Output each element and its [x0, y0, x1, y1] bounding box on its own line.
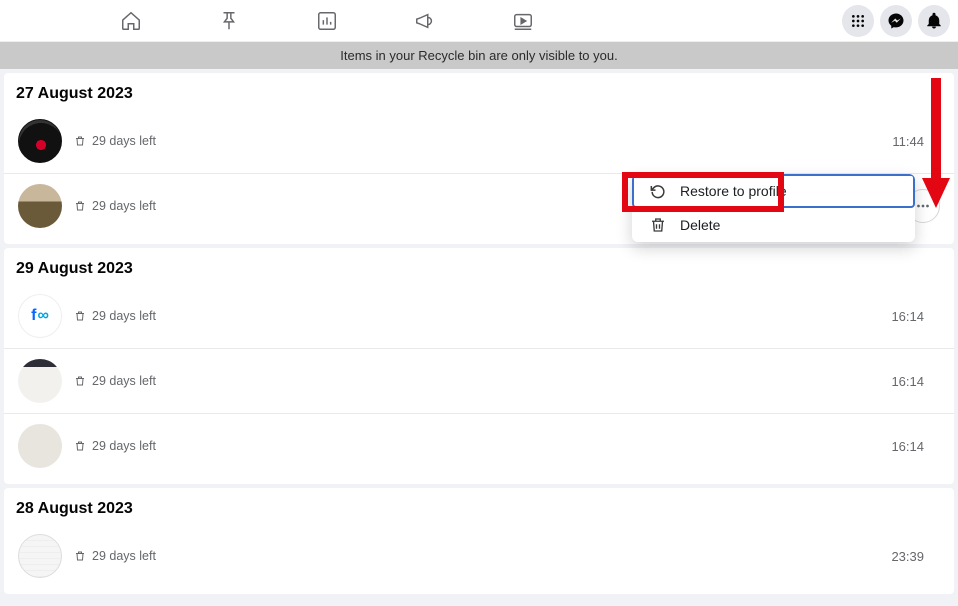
nav-right	[842, 5, 950, 37]
date-header: 28 August 2023	[4, 488, 954, 524]
recycled-item-row: f∞ 29 days left 16:14	[4, 284, 954, 349]
pin-icon[interactable]	[218, 10, 240, 32]
date-section: 28 August 2023 29 days left 23:39	[4, 488, 954, 594]
trash-icon	[74, 200, 86, 212]
days-left-label: 29 days left	[74, 374, 156, 388]
trash-icon	[74, 310, 86, 322]
trash-icon	[74, 440, 86, 452]
days-left-label: 29 days left	[74, 439, 156, 453]
days-left-text: 29 days left	[92, 439, 156, 453]
days-left-label: 29 days left	[74, 549, 156, 563]
recycled-item-row: 29 days left 23:39	[4, 524, 954, 588]
date-header: 27 August 2023	[4, 73, 954, 109]
item-time: 23:39	[891, 549, 924, 564]
item-thumbnail[interactable]	[18, 424, 62, 468]
megaphone-icon[interactable]	[414, 10, 436, 32]
date-header: 29 August 2023	[4, 248, 954, 284]
video-icon[interactable]	[512, 10, 534, 32]
trash-icon	[74, 135, 86, 147]
days-left-text: 29 days left	[92, 374, 156, 388]
days-left-text: 29 days left	[92, 199, 156, 213]
trash-icon	[74, 550, 86, 562]
recycle-bin-banner: Items in your Recycle bin are only visib…	[0, 42, 958, 69]
restore-to-profile-option[interactable]: Restore to profile	[632, 174, 915, 208]
top-nav	[0, 0, 958, 42]
item-time: 16:14	[891, 374, 924, 389]
insights-icon[interactable]	[316, 10, 338, 32]
bell-icon[interactable]	[918, 5, 950, 37]
messenger-icon[interactable]	[880, 5, 912, 37]
apps-icon[interactable]	[842, 5, 874, 37]
days-left-text: 29 days left	[92, 549, 156, 563]
days-left-text: 29 days left	[92, 309, 156, 323]
item-thumbnail[interactable]	[18, 534, 62, 578]
home-icon[interactable]	[120, 10, 142, 32]
item-context-menu: Restore to profile Delete	[632, 174, 915, 242]
days-left-label: 29 days left	[74, 309, 156, 323]
date-section: 29 August 2023 f∞ 29 days left 16:14 29 …	[4, 248, 954, 484]
item-time: 11:44	[892, 134, 924, 149]
item-thumbnail[interactable]	[18, 359, 62, 403]
restore-icon	[648, 181, 668, 201]
item-time: 16:14	[891, 439, 924, 454]
item-thumbnail[interactable]	[18, 184, 62, 228]
trash-icon	[74, 375, 86, 387]
days-left-label: 29 days left	[74, 199, 156, 213]
trash-icon	[648, 215, 668, 235]
item-thumbnail[interactable]	[18, 119, 62, 163]
days-left-text: 29 days left	[92, 134, 156, 148]
menu-item-label: Delete	[680, 217, 720, 233]
nav-left	[120, 10, 534, 32]
recycled-item-row: 29 days left 11:44	[4, 109, 954, 174]
recycled-item-row: 29 days left 16:14	[4, 349, 954, 414]
delete-option[interactable]: Delete	[632, 208, 915, 242]
menu-item-label: Restore to profile	[680, 183, 787, 199]
item-time: 16:14	[891, 309, 924, 324]
days-left-label: 29 days left	[74, 134, 156, 148]
recycled-item-row: 29 days left 16:14	[4, 414, 954, 478]
item-thumbnail[interactable]: f∞	[18, 294, 62, 338]
